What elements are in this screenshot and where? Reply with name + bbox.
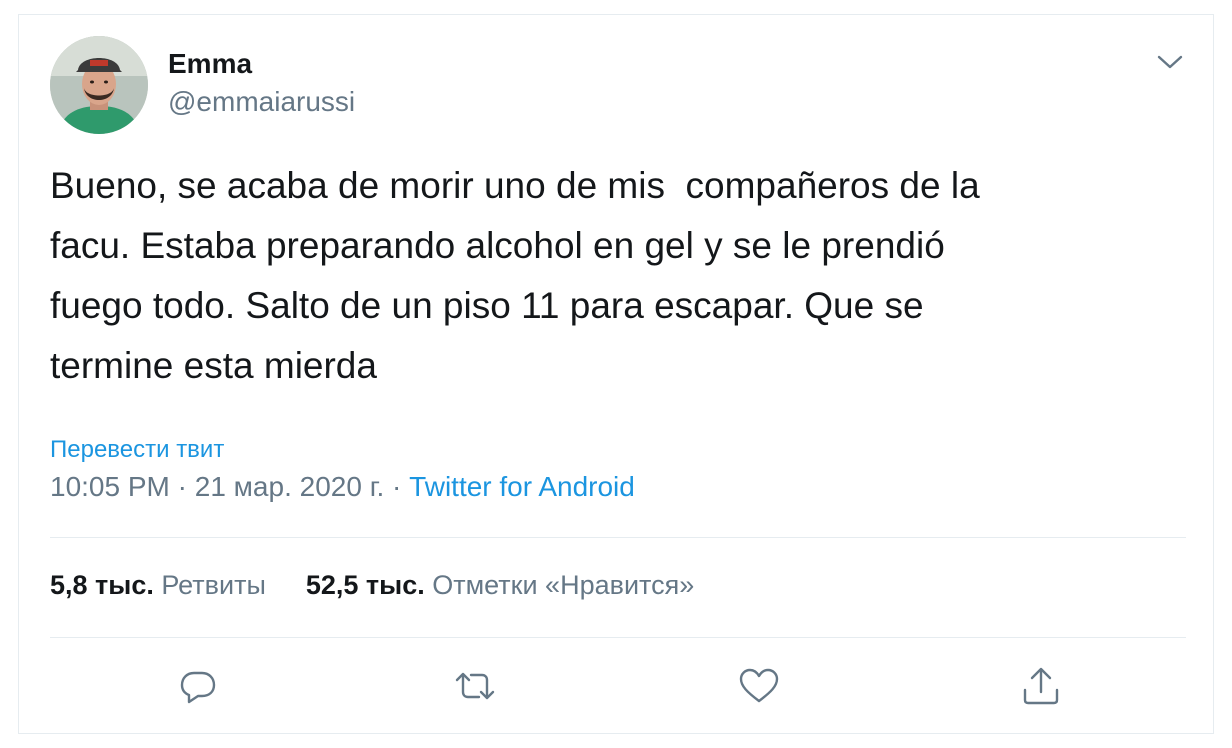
author-name[interactable]: Emma (168, 48, 252, 80)
retweets-label: Ретвиты (161, 570, 266, 600)
likes-count: 52,5 тыс. (305, 570, 425, 600)
meta-separator: · (384, 471, 410, 502)
tweet-meta: 10:05 PM · 21 мар. 2020 г. · Twitter for… (50, 471, 635, 503)
retweets-stat[interactable]: 5,8 тыс. Ретвиты (50, 570, 266, 601)
tweet-date[interactable]: 21 мар. 2020 г. (195, 471, 385, 502)
translate-tweet-link[interactable]: Перевести твит (50, 436, 224, 464)
divider (50, 537, 1186, 538)
share-icon (1019, 664, 1063, 713)
likes-stat[interactable]: 52,5 тыс. Отметки «Нравится» (306, 570, 694, 601)
reply-button[interactable] (174, 664, 222, 712)
heart-icon (737, 666, 781, 711)
reply-icon (178, 666, 218, 711)
tweet-source-link[interactable]: Twitter for Android (409, 471, 635, 502)
tweet-text: Bueno, se acaba de morir uno de mis comp… (50, 165, 980, 386)
retweet-button[interactable] (451, 664, 499, 712)
like-button[interactable] (735, 664, 783, 712)
divider (50, 637, 1186, 638)
likes-label: Отметки «Нравится» (432, 570, 695, 600)
share-button[interactable] (1017, 664, 1065, 712)
author-handle[interactable]: @emmaiarussi (168, 86, 355, 118)
meta-separator: · (169, 471, 195, 502)
card-bottom-border (18, 733, 1214, 734)
avatar[interactable] (50, 36, 148, 134)
retweet-icon (451, 666, 499, 711)
retweets-count: 5,8 тыс. (50, 570, 154, 600)
tweet-time[interactable]: 10:05 PM (50, 471, 170, 502)
chevron-down-icon[interactable] (1152, 48, 1188, 76)
tweet-stats: 5,8 тыс. Ретвиты 52,5 тыс. Отметки «Нрави… (50, 570, 694, 601)
